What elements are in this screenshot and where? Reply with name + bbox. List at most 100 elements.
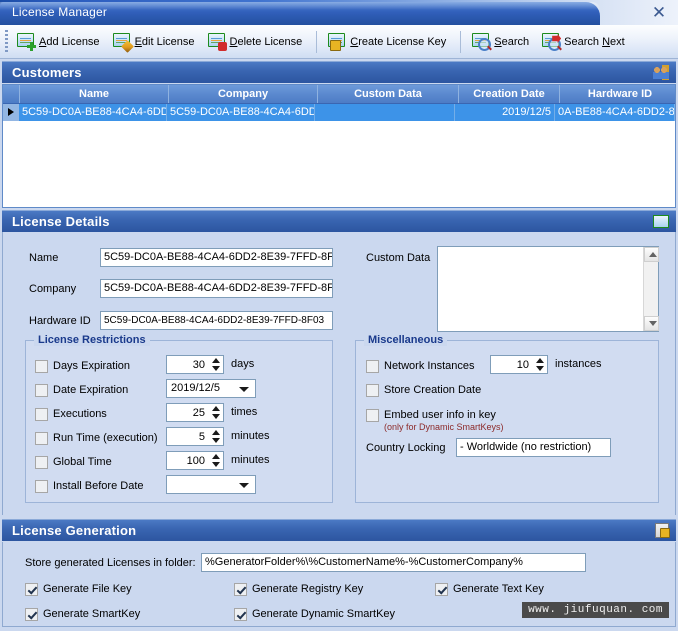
customers-section-header: Customers xyxy=(2,61,676,83)
cell-custom-data[interactable] xyxy=(315,104,455,121)
delete-license-label: Delete License xyxy=(229,35,303,48)
chevron-down-icon[interactable] xyxy=(239,387,249,392)
table-row[interactable]: 5C59-DC0A-BE88-4CA4-6DD 5C59-DC0A-BE88-4… xyxy=(3,104,675,121)
company-field[interactable]: 5C59-DC0A-BE88-4CA4-6DD2-8E39-7FFD-8F0 xyxy=(100,279,333,298)
generate-text-key-label: Generate Text Key xyxy=(453,583,544,595)
run-time-check-icon[interactable] xyxy=(35,431,48,445)
generate-text-key-check-icon[interactable] xyxy=(435,582,448,596)
days-expiration-checkbox[interactable]: Days Expiration xyxy=(35,358,130,374)
license-manager-window: License Manager ✕ Add License Edit Licen… xyxy=(0,0,678,631)
create-license-key-icon xyxy=(328,33,346,51)
executions-check-icon[interactable] xyxy=(35,407,48,421)
generate-registry-key-check-icon[interactable] xyxy=(234,582,247,596)
network-instances-checkbox[interactable]: Network Instances xyxy=(366,358,474,374)
generate-file-key-checkbox[interactable]: Generate File Key xyxy=(25,581,132,597)
cell-creation-date[interactable]: 2019/12/5 xyxy=(455,104,555,121)
install-before-date-checkbox[interactable]: Install Before Date xyxy=(35,478,144,494)
store-creation-date-check-icon[interactable] xyxy=(366,383,379,397)
search-button[interactable]: Search xyxy=(467,27,537,56)
executions-value: 25 xyxy=(192,407,205,419)
days-expiration-stepper-arrows-icon[interactable] xyxy=(210,358,221,371)
run-time-value: 5 xyxy=(198,431,205,443)
customers-grid-header: Name Company Custom Data Creation Date H… xyxy=(3,85,675,104)
column-header-hardware-id[interactable]: Hardware ID xyxy=(560,85,675,103)
generate-registry-key-checkbox[interactable]: Generate Registry Key xyxy=(234,581,363,597)
global-time-checkbox[interactable]: Global Time xyxy=(35,454,112,470)
install-before-date-check-icon[interactable] xyxy=(35,479,48,493)
date-expiration-checkbox[interactable]: Date Expiration xyxy=(35,382,128,398)
network-instances-check-icon[interactable] xyxy=(366,359,379,373)
title-bar: License Manager ✕ xyxy=(0,0,678,25)
days-expiration-check-icon[interactable] xyxy=(35,359,48,373)
column-header-creation-date[interactable]: Creation Date xyxy=(459,85,560,103)
global-time-value: 100 xyxy=(186,455,205,467)
hardware-id-label: Hardware ID xyxy=(29,315,91,327)
install-before-date-combo[interactable] xyxy=(166,475,256,494)
global-time-unit: minutes xyxy=(231,454,270,466)
column-header-custom-data[interactable]: Custom Data xyxy=(318,85,459,103)
executions-checkbox[interactable]: Executions xyxy=(35,406,107,422)
close-icon[interactable]: ✕ xyxy=(646,2,672,24)
run-time-label: Run Time (execution) xyxy=(53,432,158,444)
customers-grid[interactable]: Name Company Custom Data Creation Date H… xyxy=(2,84,676,208)
global-time-check-icon[interactable] xyxy=(35,455,48,469)
network-instances-stepper-arrows-icon[interactable] xyxy=(534,358,545,371)
cell-company[interactable]: 5C59-DC0A-BE88-4CA4-6DD xyxy=(167,104,315,121)
generate-file-key-check-icon[interactable] xyxy=(25,582,38,596)
generate-text-key-checkbox[interactable]: Generate Text Key xyxy=(435,581,544,597)
network-instances-unit: instances xyxy=(555,358,602,370)
scroll-up-icon[interactable] xyxy=(644,247,659,262)
global-time-label: Global Time xyxy=(53,456,112,468)
cell-hardware-id[interactable]: 0A-BE88-4CA4-6DD2-8E39-7F xyxy=(555,104,675,121)
executions-stepper-arrows-icon[interactable] xyxy=(210,406,221,419)
row-indicator-header xyxy=(3,85,20,103)
toolbar-grip[interactable] xyxy=(5,30,8,53)
customers-people-icon[interactable] xyxy=(653,65,669,80)
generate-smartkey-checkbox[interactable]: Generate SmartKey xyxy=(25,606,140,622)
license-restrictions-group: License Restrictions Days Expiration 30 … xyxy=(25,334,333,503)
run-time-stepper[interactable]: 5 xyxy=(166,427,224,446)
create-license-key-button[interactable]: Create License Key xyxy=(323,27,454,56)
cell-name[interactable]: 5C59-DC0A-BE88-4CA4-6DD xyxy=(19,104,167,121)
column-header-company[interactable]: Company xyxy=(169,85,318,103)
run-time-checkbox[interactable]: Run Time (execution) xyxy=(35,430,158,446)
add-license-label: Add License xyxy=(39,35,100,48)
days-expiration-unit: days xyxy=(231,358,255,370)
search-next-button[interactable]: Search Next xyxy=(537,27,633,56)
hardware-id-field[interactable]: 5C59-DC0A-BE88-4CA4-6DD2-8E39-7FFD-8F03 xyxy=(100,311,333,330)
license-card-icon[interactable] xyxy=(653,215,669,228)
name-field[interactable]: 5C59-DC0A-BE88-4CA4-6DD2-8E39-7FFD-8F0 xyxy=(100,248,333,267)
store-creation-date-checkbox[interactable]: Store Creation Date xyxy=(366,382,481,398)
column-header-name[interactable]: Name xyxy=(20,85,169,103)
generate-smartkey-check-icon[interactable] xyxy=(25,607,38,621)
add-license-button[interactable]: Add License xyxy=(12,27,108,56)
global-time-stepper-arrows-icon[interactable] xyxy=(210,454,221,467)
custom-data-field[interactable] xyxy=(437,246,659,332)
executions-stepper[interactable]: 25 xyxy=(166,403,224,422)
delete-license-button[interactable]: Delete License xyxy=(203,27,311,56)
embed-user-info-check-icon[interactable] xyxy=(366,408,379,422)
custom-data-scrollbar[interactable] xyxy=(643,247,659,331)
toolbar-items: Add License Edit License Delete License xyxy=(12,25,633,58)
days-expiration-label: Days Expiration xyxy=(53,360,131,372)
create-license-key-label: Create License Key xyxy=(350,35,447,48)
country-locking-field[interactable]: - Worldwide (no restriction) xyxy=(456,438,611,457)
embed-user-info-checkbox[interactable]: Embed user info in key xyxy=(366,407,496,423)
date-expiration-check-icon[interactable] xyxy=(35,383,48,397)
toolbar-separator-1 xyxy=(316,30,318,53)
scroll-down-icon[interactable] xyxy=(644,316,659,331)
network-instances-stepper[interactable]: 10 xyxy=(490,355,548,374)
generate-dynamic-smartkey-check-icon[interactable] xyxy=(234,607,247,621)
folder-label: Store generated Licenses in folder: xyxy=(25,557,196,569)
global-time-stepper[interactable]: 100 xyxy=(166,451,224,470)
generate-dynamic-smartkey-checkbox[interactable]: Generate Dynamic SmartKey xyxy=(234,606,395,622)
run-time-stepper-arrows-icon[interactable] xyxy=(210,430,221,443)
folder-field[interactable]: %GeneratorFolder%\%CustomerName%-%Custom… xyxy=(201,553,586,572)
license-lock-document-icon[interactable] xyxy=(655,523,670,538)
search-label: Search xyxy=(494,35,530,48)
chevron-down-icon-2[interactable] xyxy=(239,483,249,488)
edit-license-button[interactable]: Edit License xyxy=(108,27,203,56)
date-expiration-combo[interactable]: 2019/12/5 xyxy=(166,379,256,398)
days-expiration-stepper[interactable]: 30 xyxy=(166,355,224,374)
store-creation-date-label: Store Creation Date xyxy=(384,384,482,396)
